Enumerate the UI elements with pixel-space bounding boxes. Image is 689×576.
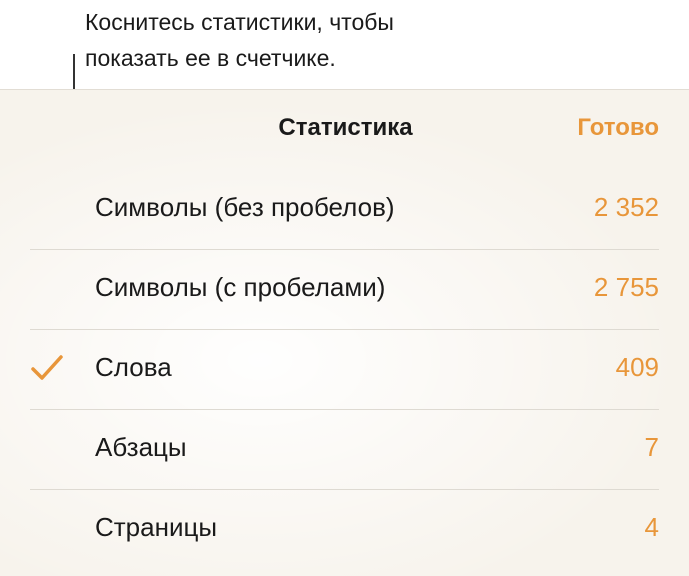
statistics-list: Символы (без пробелов) 2 352 Символы (с … [0, 170, 689, 570]
stat-value: 7 [644, 432, 659, 462]
callout-text: Коснитесь статистики, чтобы показать ее … [85, 4, 645, 76]
stat-label: Страницы [95, 512, 218, 542]
stat-value: 4 [644, 512, 659, 542]
stat-label: Слова [95, 352, 172, 382]
stat-row-words[interactable]: Слова 409 [0, 330, 689, 410]
stat-row-characters-no-spaces[interactable]: Символы (без пробелов) 2 352 [0, 170, 689, 250]
checkmark-icon [31, 355, 63, 380]
callout-line-1: Коснитесь статистики, чтобы [85, 9, 394, 35]
panel-title-text: Статистика [278, 114, 413, 141]
stat-label: Символы (без пробелов) [95, 192, 395, 222]
callout-line-2: показать ее в счетчике. [85, 45, 336, 71]
stat-label: Символы (с пробелами) [95, 272, 386, 302]
stat-row-paragraphs[interactable]: Абзацы 7 [0, 410, 689, 490]
stat-row-pages[interactable]: Страницы 4 [0, 490, 689, 570]
stat-value: 409 [615, 352, 659, 382]
stat-value: 2 352 [593, 192, 659, 222]
done-button[interactable]: Готово [577, 114, 659, 142]
stat-row-characters-with-spaces[interactable]: Символы (с пробелами) 2 755 [0, 250, 689, 330]
panel-header: Статистика Готово [0, 90, 689, 170]
stat-value: 2 755 [593, 272, 659, 302]
statistics-panel: Статистика Готово Символы (без пробелов)… [0, 89, 689, 576]
stat-label: Абзацы [95, 432, 187, 462]
